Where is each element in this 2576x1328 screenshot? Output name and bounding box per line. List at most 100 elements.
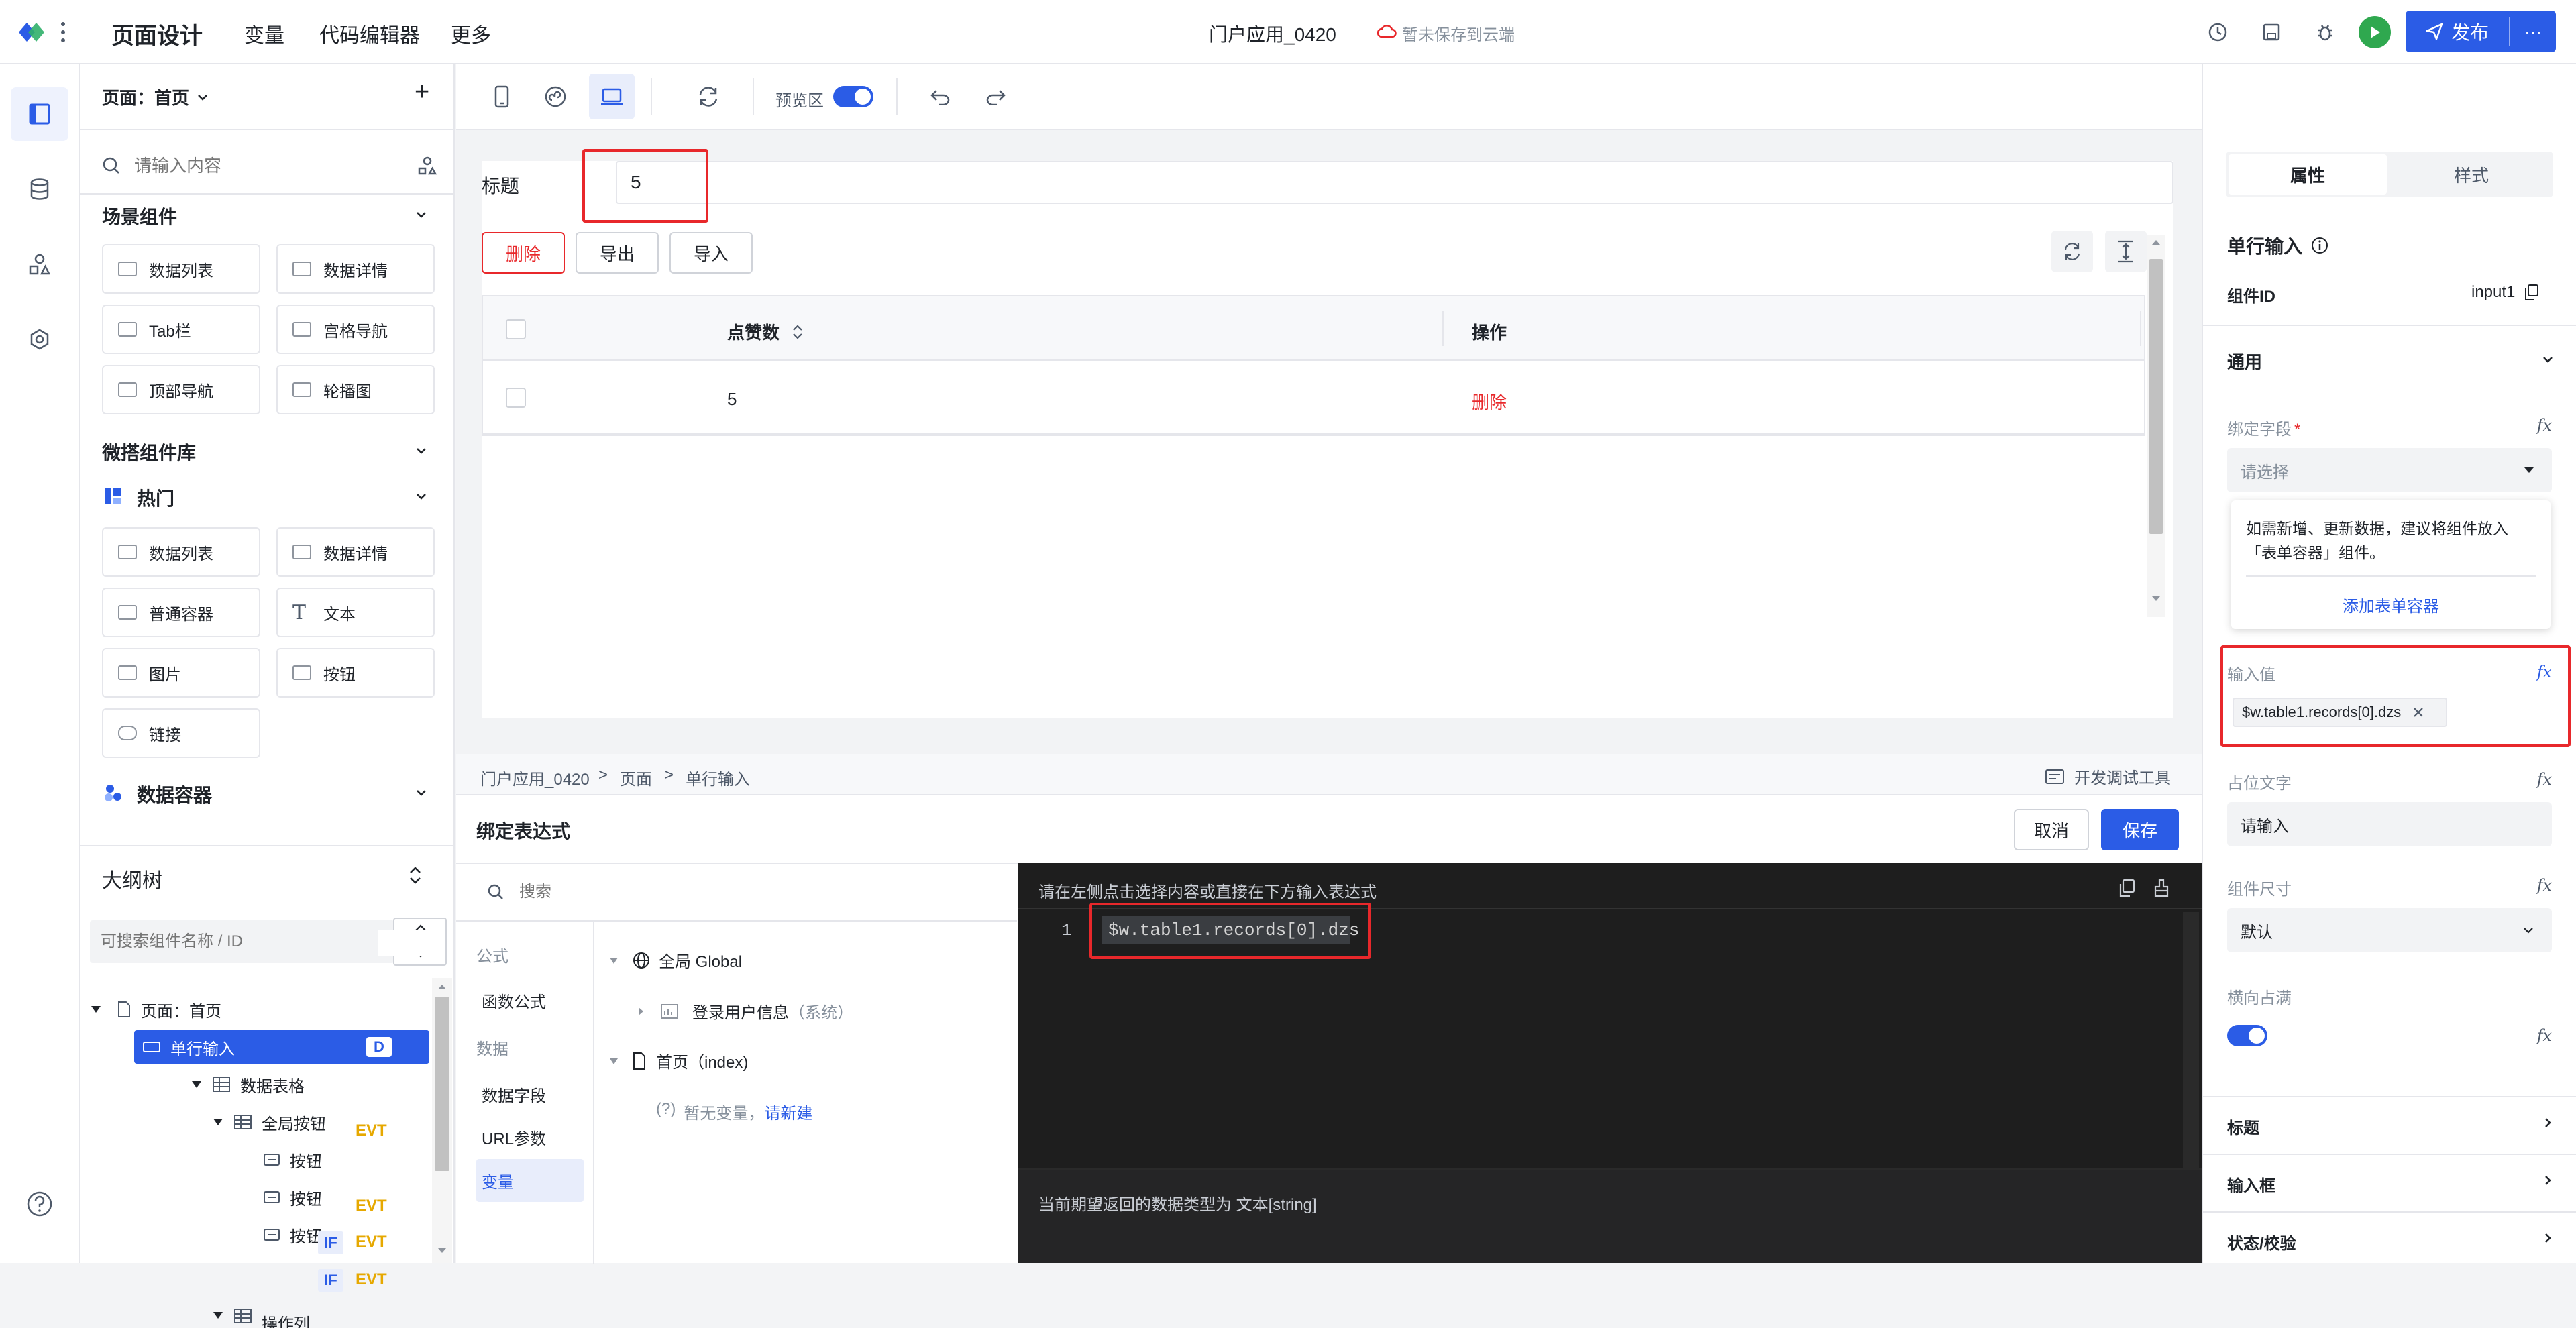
tree-user-info[interactable]: 登录用户信息 （系统） bbox=[637, 999, 853, 1023]
row-delete-link[interactable]: 删除 bbox=[1472, 389, 1507, 414]
copy-icon[interactable] bbox=[2114, 876, 2139, 900]
app-logo-icon[interactable] bbox=[15, 17, 48, 47]
component-filter-icon[interactable] bbox=[417, 156, 437, 176]
component-card-image[interactable]: 图片 bbox=[102, 648, 260, 698]
help-icon[interactable] bbox=[25, 1190, 54, 1218]
clear-brush-icon[interactable] bbox=[2149, 876, 2174, 900]
component-card-data-list[interactable]: 数据列表 bbox=[102, 244, 260, 294]
breadcrumb-component[interactable]: 单行输入 bbox=[686, 766, 750, 789]
nav-code-editor[interactable]: 代码编辑器 bbox=[319, 19, 420, 48]
component-card-button[interactable]: 按钮 bbox=[276, 648, 435, 698]
component-card-tab-bar[interactable]: Tab栏 bbox=[102, 305, 260, 354]
component-search[interactable] bbox=[102, 144, 437, 188]
add-page-button[interactable]: + bbox=[415, 78, 429, 107]
rail-shapes-icon[interactable] bbox=[11, 237, 68, 291]
column-header-likes[interactable]: 点赞数 bbox=[727, 319, 804, 344]
tree-page-index[interactable]: 首页（index) bbox=[609, 1049, 748, 1072]
group-input-box[interactable]: 输入框 bbox=[2227, 1172, 2275, 1196]
scroll-thumb[interactable] bbox=[2149, 259, 2163, 534]
data-container-section-title[interactable]: 数据容器 bbox=[137, 781, 212, 808]
row-height-icon[interactable] bbox=[2105, 231, 2147, 272]
mobile-view-icon[interactable] bbox=[479, 74, 525, 119]
refresh-icon[interactable] bbox=[686, 74, 731, 119]
hot-section-title[interactable]: 热门 bbox=[137, 484, 174, 511]
variable-search-input[interactable] bbox=[519, 883, 989, 901]
bind-field-fx-button[interactable]: fx bbox=[2537, 416, 2552, 435]
group-title[interactable]: 标题 bbox=[2227, 1115, 2259, 1138]
category-data-fields[interactable]: 数据字段 bbox=[482, 1083, 546, 1106]
sort-icon[interactable] bbox=[792, 323, 804, 341]
title-input[interactable]: 5 bbox=[616, 161, 2174, 204]
tree-node-data-table[interactable]: 数据表格 bbox=[113, 1066, 435, 1103]
chevron-right-icon[interactable] bbox=[2541, 1231, 2555, 1245]
info-icon[interactable] bbox=[2310, 236, 2329, 255]
tree-global[interactable]: 全局 Global bbox=[609, 948, 742, 972]
run-preview-icon[interactable] bbox=[2359, 16, 2391, 48]
publish-button[interactable]: 发布 bbox=[2406, 11, 2509, 52]
preview-toggle[interactable] bbox=[833, 86, 873, 107]
rail-components-icon[interactable] bbox=[11, 87, 68, 141]
caret-down-icon[interactable] bbox=[212, 1311, 224, 1320]
caret-down-icon[interactable] bbox=[609, 956, 619, 964]
pc-view-icon[interactable] bbox=[589, 74, 635, 119]
library-section-title[interactable]: 微搭组件库 bbox=[102, 439, 196, 465]
breadcrumb-page[interactable]: 页面 bbox=[620, 766, 652, 789]
component-search-input[interactable] bbox=[134, 155, 389, 176]
chevron-down-icon[interactable] bbox=[2541, 353, 2555, 366]
group-status-validation[interactable]: 状态/校验 bbox=[2227, 1230, 2296, 1254]
dev-tools-button[interactable]: 开发调试工具 bbox=[2045, 765, 2171, 788]
tree-node-page[interactable]: 页面：首页 bbox=[90, 991, 432, 1028]
scroll-thumb[interactable] bbox=[435, 997, 449, 1171]
tree-node-button-1[interactable]: 按钮 bbox=[263, 1142, 437, 1178]
kebab-menu-icon[interactable] bbox=[56, 17, 70, 47]
category-functions[interactable]: 函数公式 bbox=[482, 989, 546, 1012]
publish-more-button[interactable]: ··· bbox=[2510, 11, 2556, 52]
component-card-data-detail[interactable]: 数据详情 bbox=[276, 527, 435, 577]
page-selector[interactable]: 页面：首页 bbox=[102, 85, 208, 109]
table-refresh-icon[interactable] bbox=[2051, 231, 2093, 272]
add-form-container-link[interactable]: 添加表单容器 bbox=[2231, 593, 2551, 616]
tree-node-action-column[interactable]: 操作列 bbox=[212, 1301, 433, 1328]
delete-button[interactable]: 删除 bbox=[482, 232, 565, 274]
rail-database-icon[interactable] bbox=[11, 162, 68, 216]
fill-width-toggle[interactable] bbox=[2227, 1025, 2267, 1046]
caret-down-icon[interactable] bbox=[609, 1057, 619, 1065]
component-card-carousel[interactable]: 轮播图 bbox=[276, 365, 435, 414]
chevron-down-icon[interactable] bbox=[415, 490, 428, 503]
scroll-up-icon[interactable] bbox=[2151, 239, 2161, 245]
save-icon[interactable] bbox=[2258, 19, 2285, 46]
component-card-data-detail[interactable]: 数据详情 bbox=[276, 244, 435, 294]
outline-search-input[interactable] bbox=[101, 932, 382, 951]
redo-icon[interactable] bbox=[973, 74, 1018, 119]
category-url-params[interactable]: URL参数 bbox=[482, 1125, 546, 1149]
import-button[interactable]: 导入 bbox=[669, 232, 753, 274]
variable-search[interactable] bbox=[456, 864, 1017, 922]
nav-variables[interactable]: 变量 bbox=[244, 19, 284, 48]
group-general[interactable]: 通用 bbox=[2227, 349, 2262, 374]
collapse-toggle-icon[interactable] bbox=[405, 865, 425, 885]
table-scrollbar[interactable] bbox=[2147, 235, 2165, 617]
component-card-top-nav[interactable]: 顶部导航 bbox=[102, 365, 260, 414]
caret-down-icon[interactable] bbox=[191, 1080, 203, 1089]
tree-node-single-input[interactable]: 单行输入 D bbox=[134, 1030, 429, 1064]
cancel-button[interactable]: 取消 bbox=[2014, 809, 2089, 850]
history-icon[interactable] bbox=[2204, 19, 2231, 46]
size-select[interactable]: 默认 bbox=[2227, 908, 2552, 952]
copy-icon[interactable] bbox=[2523, 284, 2539, 301]
placeholder-input[interactable]: 请输入 bbox=[2227, 802, 2552, 846]
size-fx-button[interactable]: fx bbox=[2537, 876, 2552, 895]
scroll-down-icon[interactable] bbox=[2151, 596, 2161, 602]
caret-right-icon[interactable] bbox=[637, 1007, 644, 1016]
chevron-down-icon[interactable] bbox=[415, 444, 428, 457]
export-button[interactable]: 导出 bbox=[576, 232, 659, 274]
component-card-data-list[interactable]: 数据列表 bbox=[102, 527, 260, 577]
component-card-text[interactable]: T 文本 bbox=[276, 588, 435, 637]
placeholder-fx-button[interactable]: fx bbox=[2537, 770, 2552, 789]
bind-field-select[interactable]: 请选择 bbox=[2227, 448, 2552, 492]
scroll-down-icon[interactable] bbox=[437, 1248, 447, 1254]
undo-icon[interactable] bbox=[918, 74, 963, 119]
debug-bug-icon[interactable] bbox=[2312, 19, 2339, 46]
tab-styles[interactable]: 样式 bbox=[2392, 154, 2551, 195]
fill-width-fx-button[interactable]: fx bbox=[2537, 1026, 2552, 1045]
editor-scrollbar[interactable] bbox=[2183, 912, 2199, 1194]
